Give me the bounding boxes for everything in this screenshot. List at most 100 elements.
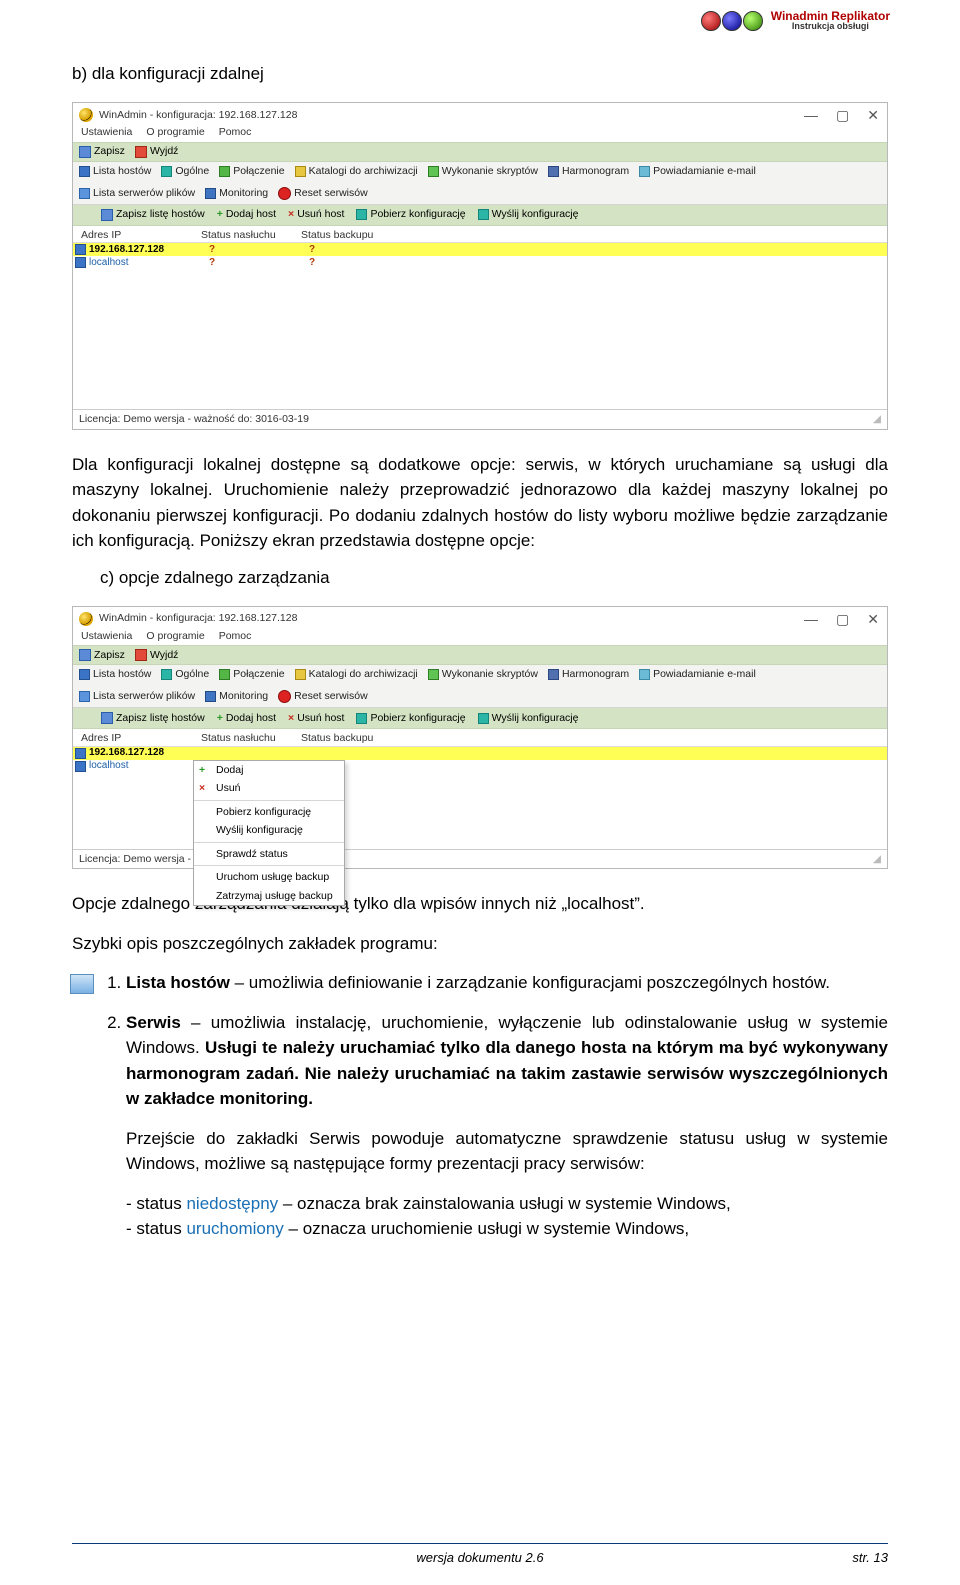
bullet-keyword: uruchomiony [186,1219,283,1238]
window-titlebar: WinAdmin - konfiguracja: 192.168.127.128… [73,103,887,125]
tab-serwery[interactable]: Lista serwerów plików [79,691,195,702]
tab-reset[interactable]: Reset serwisów [278,690,368,703]
remove-host-button[interactable]: ×Usuń host [288,713,344,724]
save-button[interactable]: Zapisz [79,146,125,158]
window-maximize-icon[interactable]: ▢ [836,612,849,626]
ctx-sprawdz-status[interactable]: Sprawdź status [194,845,344,864]
resize-grip-icon[interactable]: ◢ [873,414,881,425]
tab-ogolne[interactable]: Ogólne [161,166,209,177]
tab-monitoring[interactable]: Monitoring [205,188,268,199]
tab-ogolne[interactable]: Ogólne [161,669,209,680]
menu-oprogramie[interactable]: O programie [146,631,204,642]
btn-label: Zapisz listę hostów [116,713,205,724]
tab-email[interactable]: Powiadamianie e-mail [639,669,756,680]
exit-label: Wyjdź [150,650,179,661]
save-button[interactable]: Zapisz [79,649,125,661]
section-b-heading: b) dla konfiguracji zdalnej [72,64,888,84]
upload-config-button[interactable]: Wyślij konfigurację [478,209,579,220]
menu-pomoc[interactable]: Pomoc [219,631,252,642]
bullet-prefix: - status [126,1194,186,1213]
server-icon [79,188,90,199]
bullet-rest: – oznacza uruchomienie usługi w systemie… [284,1219,689,1238]
tab-label: Powiadamianie e-mail [653,166,756,177]
footer-page: str. 13 [852,1550,888,1565]
download-config-button[interactable]: Pobierz konfigurację [356,209,465,220]
upload-icon [478,713,489,724]
tab-label: Katalogi do archiwizacji [309,166,418,177]
tab-label: Katalogi do archiwizacji [309,669,418,680]
ctx-label: Pobierz konfigurację [216,806,311,818]
tab-katalogi[interactable]: Katalogi do archiwizacji [295,166,418,177]
ctx-separator [194,800,344,801]
window-maximize-icon[interactable]: ▢ [836,108,849,122]
host-row-selected[interactable]: 192.168.127.128 [73,747,887,760]
menu-ustawienia[interactable]: Ustawienia [81,631,132,642]
menu-pomoc[interactable]: Pomoc [219,127,252,138]
tab-polaczenie[interactable]: Połączenie [219,166,284,177]
save-label: Zapisz [94,650,125,661]
tab-harmonogram[interactable]: Harmonogram [548,669,629,680]
ctx-wyslij-konfig[interactable]: Wyślij konfigurację [194,821,344,840]
tab-katalogi[interactable]: Katalogi do archiwizacji [295,669,418,680]
exit-button[interactable]: Wyjdź [135,146,179,158]
ctx-label: Wyślij konfigurację [216,824,303,836]
remove-host-button[interactable]: ×Usuń host [288,209,344,220]
sphere-green-icon [743,11,763,31]
host-status1: ? [209,245,309,255]
exit-button[interactable]: Wyjdź [135,649,179,661]
section-c-heading: c) opcje zdalnego zarządzania [100,568,888,588]
btn-label: Usuń host [297,209,344,220]
tab-lista-hostow[interactable]: Lista hostów [79,669,151,680]
resize-grip-icon[interactable]: ◢ [873,854,881,865]
host-icon [73,761,87,772]
reset-icon [278,690,291,703]
save-exit-toolbar: Zapisz Wyjdź [73,645,887,665]
monitor-icon [79,166,90,177]
tab-serwery[interactable]: Lista serwerów plików [79,188,195,199]
menu-ustawienia[interactable]: Ustawienia [81,127,132,138]
monitor-icon [205,691,216,702]
add-host-button[interactable]: +Dodaj host [217,209,276,220]
paragraph-3: Szybki opis poszczególnych zakładek prog… [72,931,888,957]
plug-icon [219,166,230,177]
tab-lista-hostow[interactable]: Lista hostów [79,166,151,177]
menu-oprogramie[interactable]: O programie [146,127,204,138]
app-icon [79,108,93,122]
btn-label: Pobierz konfigurację [370,209,465,220]
ctx-zatrzymaj-backup[interactable]: Zatrzymaj usługę backup [194,887,344,906]
tab-label: Harmonogram [562,669,629,680]
save-hosts-button[interactable]: Zapisz listę hostów [101,209,205,221]
ctx-uruchom-backup[interactable]: Uruchom usługę backup [194,868,344,887]
window-minimize-icon[interactable]: — [804,108,818,122]
tab-label: Połączenie [233,669,284,680]
ctx-usun[interactable]: × Usuń [194,779,344,798]
save-hosts-button[interactable]: Zapisz listę hostów [101,712,205,724]
tab-monitoring[interactable]: Monitoring [205,691,268,702]
tab-polaczenie[interactable]: Połączenie [219,669,284,680]
tab-skrypty[interactable]: Wykonanie skryptów [428,669,538,680]
hosts-toolbar: Zapisz listę hostów +Dodaj host ×Usuń ho… [73,708,887,729]
add-host-button[interactable]: +Dodaj host [217,713,276,724]
upload-config-button[interactable]: Wyślij konfigurację [478,713,579,724]
reset-icon [278,187,291,200]
window-titlebar: WinAdmin - konfiguracja: 192.168.127.128… [73,607,887,629]
window-close-icon[interactable]: ✕ [867,612,879,626]
diskette-icon [79,649,91,661]
host-row[interactable]: localhost ? ? [73,256,887,269]
status-bullet-2: - status uruchomiony – oznacza uruchomie… [126,1216,888,1242]
tab-harmonogram[interactable]: Harmonogram [548,166,629,177]
ctx-pobierz-konfig[interactable]: Pobierz konfigurację [194,803,344,822]
window-minimize-icon[interactable]: — [804,612,818,626]
ctx-dodaj[interactable]: + Dodaj [194,761,344,780]
tab-reset[interactable]: Reset serwisów [278,187,368,200]
tab-skrypty[interactable]: Wykonanie skryptów [428,166,538,177]
x-icon: × [288,713,294,724]
host-row-selected[interactable]: 192.168.127.128 ? ? [73,243,887,256]
gear-icon [161,669,172,680]
diskette-icon [79,146,91,158]
download-config-button[interactable]: Pobierz konfigurację [356,713,465,724]
window-close-icon[interactable]: ✕ [867,108,879,122]
plus-icon: + [217,713,223,724]
tab-email[interactable]: Powiadamianie e-mail [639,166,756,177]
col-adres-ip: Adres IP [79,733,201,744]
